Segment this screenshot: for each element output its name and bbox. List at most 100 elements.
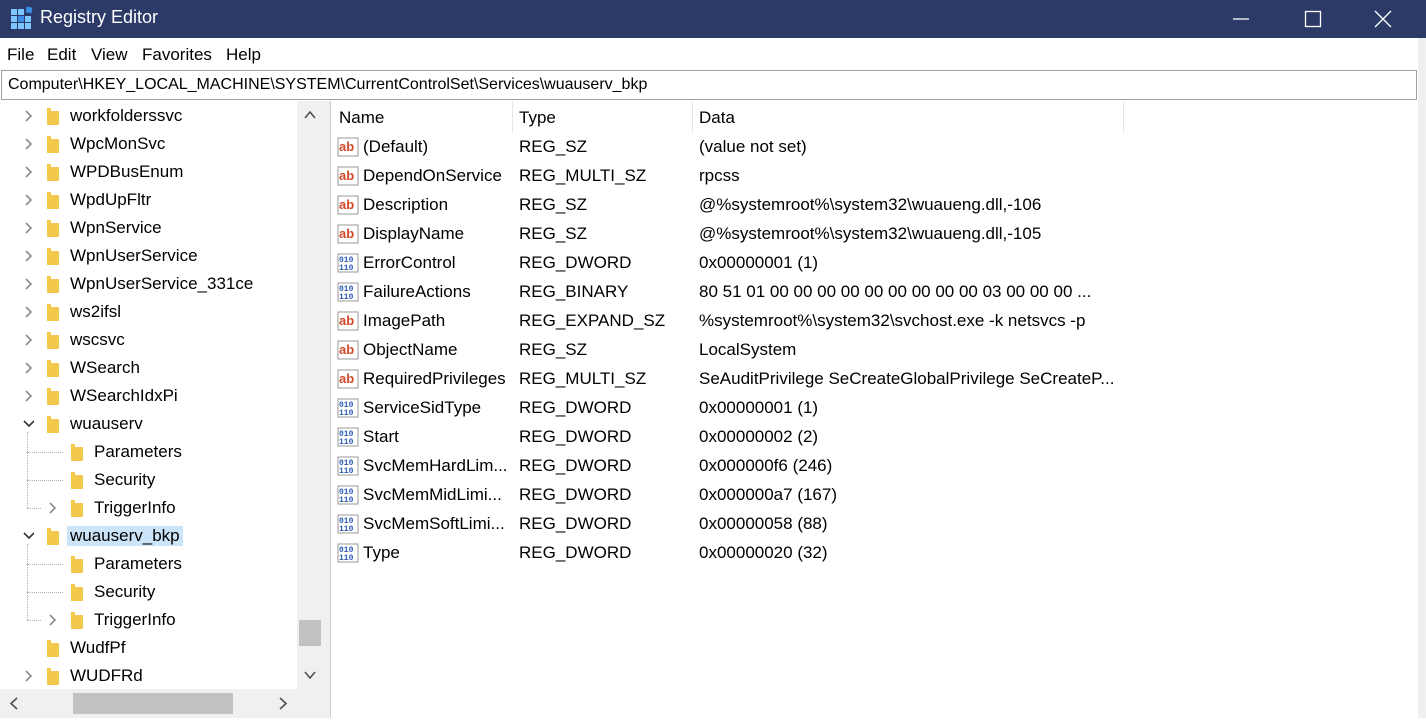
tree-node[interactable]: wuauserv_bkp [0,522,296,550]
tree-node[interactable]: WpdUpFltr [0,186,296,214]
tree-node[interactable]: TriggerInfo [0,494,296,522]
value-row[interactable]: 010 110 SvcMemHardLim... REG_DWORD 0x000000f… [331,452,1419,481]
tree-node-label[interactable]: WpcMonSvc [70,134,165,154]
folder-icon [71,556,83,573]
chevron-down-icon[interactable] [22,417,34,431]
address-path[interactable]: Computer\HKEY_LOCAL_MACHINE\SYSTEM\Curre… [8,76,647,94]
value-row[interactable]: 010 110 SvcMemSoftLimi... REG_DWORD 0x000000… [331,510,1419,539]
chevron-right-icon[interactable] [22,221,34,235]
tree-node[interactable]: WudfPf [0,634,296,662]
pane-splitter[interactable] [323,101,330,718]
chevron-right-icon[interactable] [22,669,34,683]
chevron-right-icon[interactable] [46,501,58,515]
tree-node-label[interactable]: workfolderssvc [70,106,182,126]
value-row[interactable]: ab ObjectName REG_SZ LocalSystem [331,336,1419,365]
chevron-right-icon[interactable] [22,389,34,403]
menu-favorites[interactable]: Favorites [142,45,212,65]
value-row[interactable]: ab ImagePath REG_EXPAND_SZ %systemroot%\sys… [331,307,1419,336]
scroll-left-button[interactable] [0,689,28,718]
value-row[interactable]: 010 110 ServiceSidType REG_DWORD 0x00000001 … [331,394,1419,423]
tree-horizontal-scroll-thumb[interactable] [73,693,233,714]
value-row[interactable]: 010 110 ErrorControl REG_DWORD 0x00000001 (1… [331,249,1419,278]
tree-node-label[interactable]: WSearch [70,358,140,378]
menu-file[interactable]: File [7,45,34,65]
tree-node-label[interactable]: WpnUserService [70,246,198,266]
tree-node[interactable]: WPDBusEnum [0,158,296,186]
tree-node-label[interactable]: TriggerInfo [94,610,176,630]
value-row[interactable]: 010 110 Type REG_DWORD 0x00000020 (32) [331,539,1419,568]
scroll-up-button[interactable] [297,101,323,129]
value-row[interactable]: ab (Default) REG_SZ (value not set) [331,133,1419,162]
tree-node-label[interactable]: ws2ifsl [70,302,121,322]
chevron-right-icon[interactable] [22,165,34,179]
menu-view[interactable]: View [91,45,128,65]
value-row[interactable]: 010 110 Start REG_DWORD 0x00000002 (2) [331,423,1419,452]
value-row[interactable]: ab Description REG_SZ @%systemroot%\system3… [331,191,1419,220]
scroll-down-button[interactable] [297,661,323,689]
tree-vertical-scroll-thumb[interactable] [299,620,321,646]
tree-node-label[interactable]: WUDFRd [70,666,143,686]
tree-node[interactable]: ws2ifsl [0,298,296,326]
tree-node-label[interactable]: wscsvc [70,330,125,350]
tree-node[interactable]: WpnUserService_331ce [0,270,296,298]
tree-node-label[interactable]: WpnUserService_331ce [70,274,253,294]
value-row[interactable]: 010 110 SvcMemMidLimi... REG_DWORD 0x000000a… [331,481,1419,510]
tree-node[interactable]: Parameters [0,550,296,578]
tree-node[interactable]: WpnUserService [0,242,296,270]
value-row[interactable]: ab RequiredPrivileges REG_MULTI_SZ SeAuditP… [331,365,1419,394]
tree-horizontal-scrollbar[interactable] [0,689,297,718]
tree-node[interactable]: WSearch [0,354,296,382]
tree-node[interactable]: WUDFRd [0,662,296,690]
menu-edit[interactable]: Edit [47,45,76,65]
chevron-right-icon[interactable] [46,613,58,627]
value-row[interactable]: 010 110 FailureActions REG_BINARY 80 51 01 0… [331,278,1419,307]
column-header-name[interactable]: Name [331,101,512,132]
chevron-right-icon[interactable] [22,361,34,375]
chevron-right-icon[interactable] [22,193,34,207]
scroll-right-button[interactable] [269,689,297,718]
tree-node[interactable]: wscsvc [0,326,296,354]
tree-node[interactable]: Security [0,466,296,494]
tree-node[interactable]: wuauserv [0,410,296,438]
tree-vertical-scrollbar[interactable] [297,101,323,689]
tree-node[interactable]: Security [0,578,296,606]
column-header-type[interactable]: Type [511,101,692,132]
column-divider[interactable] [1123,101,1124,132]
maximize-button[interactable] [1279,0,1347,38]
key-tree-pane[interactable]: workfolderssvc WpcMonSvc WPDBusEnum WpdUpFl… [0,101,324,718]
tree-node-label[interactable]: WpdUpFltr [70,190,151,210]
close-button[interactable] [1349,0,1417,38]
menu-help[interactable]: Help [226,45,261,65]
column-header-data[interactable]: Data [691,101,1123,132]
value-row[interactable]: ab DisplayName REG_SZ @%systemroot%\system3… [331,220,1419,249]
tree-node-label-selected[interactable]: wuauserv_bkp [67,526,183,546]
tree-node[interactable]: Parameters [0,438,296,466]
tree-node[interactable]: WSearchIdxPi [0,382,296,410]
tree-node[interactable]: WpcMonSvc [0,130,296,158]
tree-node-label[interactable]: Security [94,470,155,490]
tree-node[interactable]: WpnService [0,214,296,242]
tree-node-label[interactable]: WPDBusEnum [70,162,183,182]
chevron-right-icon[interactable] [22,249,34,263]
chevron-right-icon[interactable] [22,277,34,291]
tree-node-label[interactable]: Parameters [94,442,182,462]
tree-node-label[interactable]: WSearchIdxPi [70,386,178,406]
tree-node-label[interactable]: TriggerInfo [94,498,176,518]
chevron-right-icon[interactable] [22,305,34,319]
value-row[interactable]: ab DependOnService REG_MULTI_SZ rpcss [331,162,1419,191]
title-bar[interactable]: Registry Editor [0,0,1426,38]
tree-node-label[interactable]: wuauserv [70,414,143,434]
tree-node-label[interactable]: Security [94,582,155,602]
tree-node-label[interactable]: WudfPf [70,638,125,658]
tree-node[interactable]: workfolderssvc [0,102,296,130]
chevron-right-icon[interactable] [22,137,34,151]
address-bar[interactable]: Computer\HKEY_LOCAL_MACHINE\SYSTEM\Curre… [1,70,1417,100]
minimize-button[interactable] [1207,0,1275,38]
chevron-right-icon[interactable] [22,109,34,123]
tree-node[interactable]: TriggerInfo [0,606,296,634]
tree-node-label[interactable]: WpnService [70,218,162,238]
tree-node-label[interactable]: Parameters [94,554,182,574]
chevron-right-icon[interactable] [22,333,34,347]
chevron-down-icon[interactable] [22,529,34,543]
values-list-pane[interactable]: Name Type Data ab (Default) REG_SZ (value n… [330,101,1419,718]
